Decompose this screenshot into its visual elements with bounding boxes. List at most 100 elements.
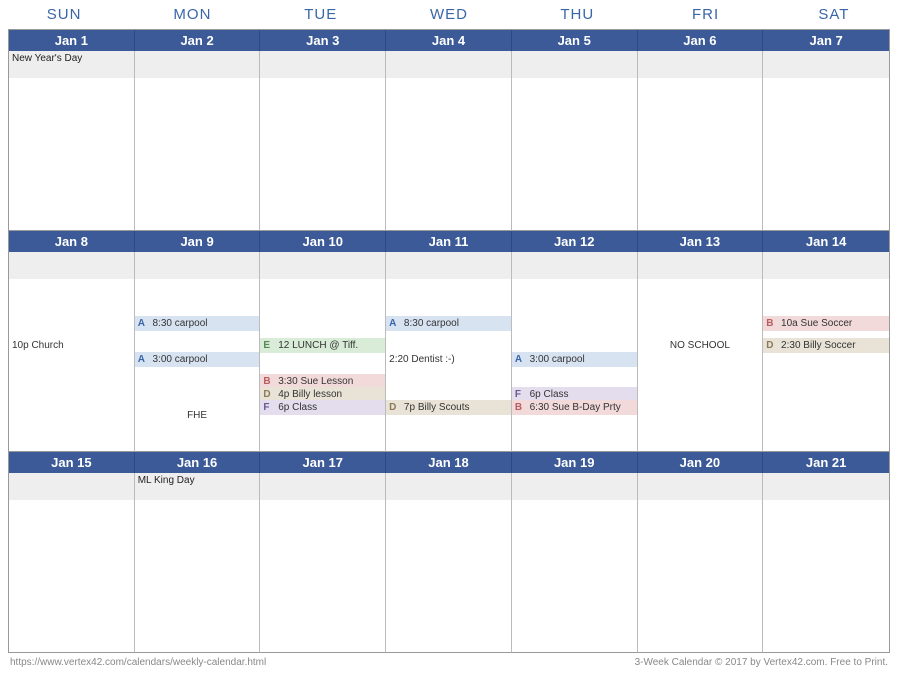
date-label: Jan 7: [763, 30, 889, 51]
date-label: Jan 15: [9, 452, 135, 473]
date-label: Jan 3: [260, 30, 386, 51]
event[interactable]: D 7p Billy Scouts: [386, 400, 511, 415]
day-header: [763, 473, 889, 501]
day-cell[interactable]: B 10a Sue Soccer D 2:30 Billy Soccer: [763, 252, 889, 452]
event[interactable]: 2:20 Dentist :-): [386, 352, 511, 367]
event[interactable]: E 12 LUNCH @ Tiff.: [260, 338, 385, 353]
day-cell[interactable]: [512, 473, 638, 653]
day-header: [386, 51, 511, 79]
footer-copyright: 3-Week Calendar © 2017 by Vertex42.com. …: [635, 657, 888, 668]
event-code: B: [766, 317, 778, 330]
event[interactable]: A 3:00 carpool: [135, 352, 260, 367]
day-header: [260, 51, 385, 79]
event-code: A: [389, 317, 401, 330]
dow-sat: SAT: [770, 0, 898, 27]
day-cell[interactable]: [260, 473, 386, 653]
date-label: Jan 4: [386, 30, 512, 51]
day-header: [512, 252, 637, 280]
event-code: E: [263, 339, 275, 352]
date-label: Jan 19: [512, 452, 638, 473]
day-header: [260, 252, 385, 280]
dow-wed: WED: [385, 0, 513, 27]
week1-datebar: Jan 1 Jan 2 Jan 3 Jan 4 Jan 5 Jan 6 Jan …: [9, 30, 889, 51]
week3-body: ML King Day: [9, 473, 889, 653]
dow-fri: FRI: [641, 0, 769, 27]
date-label: Jan 13: [638, 231, 764, 252]
day-cell[interactable]: [638, 473, 764, 653]
event-code: B: [515, 401, 527, 414]
date-label: Jan 8: [9, 231, 135, 252]
day-cell[interactable]: ML King Day: [135, 473, 261, 653]
week2-datebar: Jan 8 Jan 9 Jan 10 Jan 11 Jan 12 Jan 13 …: [9, 231, 889, 252]
date-label: Jan 9: [135, 231, 261, 252]
date-label: Jan 20: [638, 452, 764, 473]
dow-thu: THU: [513, 0, 641, 27]
day-header: New Year's Day: [9, 51, 134, 79]
day-header: [512, 473, 637, 501]
day-cell[interactable]: A 3:00 carpoolF 6p ClassB 6:30 Sue B-Day…: [512, 252, 638, 452]
date-label: Jan 10: [260, 231, 386, 252]
day-cell[interactable]: 10p Church: [9, 252, 135, 452]
date-label: Jan 17: [260, 452, 386, 473]
date-label: Jan 21: [763, 452, 889, 473]
day-header: [260, 473, 385, 501]
day-cell[interactable]: [763, 51, 889, 231]
day-header: [638, 252, 763, 280]
event[interactable]: A 3:00 carpool: [512, 352, 637, 367]
day-header: [135, 252, 260, 280]
event-code: A: [515, 353, 527, 366]
event[interactable]: A 8:30 carpool: [135, 316, 260, 331]
day-header: [386, 252, 511, 280]
event[interactable]: NO SCHOOL: [638, 338, 763, 353]
event[interactable]: B 10a Sue Soccer: [763, 316, 889, 331]
date-label: Jan 2: [135, 30, 261, 51]
day-cell[interactable]: New Year's Day: [9, 51, 135, 231]
event[interactable]: F 6p Class: [260, 400, 385, 415]
event-code: F: [263, 401, 275, 414]
day-header: [638, 473, 763, 501]
day-header: [9, 473, 134, 501]
event[interactable]: B 6:30 Sue B-Day Prty: [512, 400, 637, 415]
week3-datebar: Jan 15 Jan 16 Jan 17 Jan 18 Jan 19 Jan 2…: [9, 452, 889, 473]
date-label: Jan 1: [9, 30, 135, 51]
day-header: [135, 51, 260, 79]
event-code: D: [766, 339, 778, 352]
event[interactable]: 10p Church: [9, 338, 134, 353]
date-label: Jan 11: [386, 231, 512, 252]
dow-sun: SUN: [0, 0, 128, 27]
event-code: A: [138, 353, 150, 366]
day-header: [638, 51, 763, 79]
day-cell[interactable]: [260, 51, 386, 231]
day-cell[interactable]: [512, 51, 638, 231]
day-cell[interactable]: [135, 51, 261, 231]
day-of-week-header: SUN MON TUE WED THU FRI SAT: [0, 0, 898, 27]
day-cell[interactable]: A 8:30 carpool 2:20 Dentist :-) D 7p Billy…: [386, 252, 512, 452]
date-label: Jan 18: [386, 452, 512, 473]
date-label: Jan 12: [512, 231, 638, 252]
date-label: Jan 16: [135, 452, 261, 473]
day-header: [763, 252, 889, 280]
event-code: D: [389, 401, 401, 414]
event[interactable]: FHE: [135, 408, 260, 423]
footer: https://www.vertex42.com/calendars/weekl…: [0, 655, 898, 674]
day-cell[interactable]: [386, 473, 512, 653]
day-header: [386, 473, 511, 501]
day-header: [512, 51, 637, 79]
day-cell[interactable]: [763, 473, 889, 653]
date-label: Jan 5: [512, 30, 638, 51]
day-cell[interactable]: NO SCHOOL: [638, 252, 764, 452]
footer-url: https://www.vertex42.com/calendars/weekl…: [10, 657, 266, 668]
calendar-grid: Jan 1 Jan 2 Jan 3 Jan 4 Jan 5 Jan 6 Jan …: [8, 29, 890, 653]
day-cell[interactable]: [638, 51, 764, 231]
date-label: Jan 6: [638, 30, 764, 51]
date-label: Jan 14: [763, 231, 889, 252]
week2-body: 10p Church A 8:30 carpoolA 3:00 carpoolF…: [9, 252, 889, 452]
day-cell[interactable]: [386, 51, 512, 231]
day-cell[interactable]: A 8:30 carpool A 3:00 carpool FHE: [135, 252, 261, 452]
day-cell[interactable]: E 12 LUNCH @ Tiff.B 3:30 Sue LessonD 4p …: [260, 252, 386, 452]
day-header: [9, 252, 134, 280]
day-cell[interactable]: [9, 473, 135, 653]
dow-mon: MON: [128, 0, 256, 27]
event[interactable]: D 2:30 Billy Soccer: [763, 338, 889, 353]
event[interactable]: A 8:30 carpool: [386, 316, 511, 331]
